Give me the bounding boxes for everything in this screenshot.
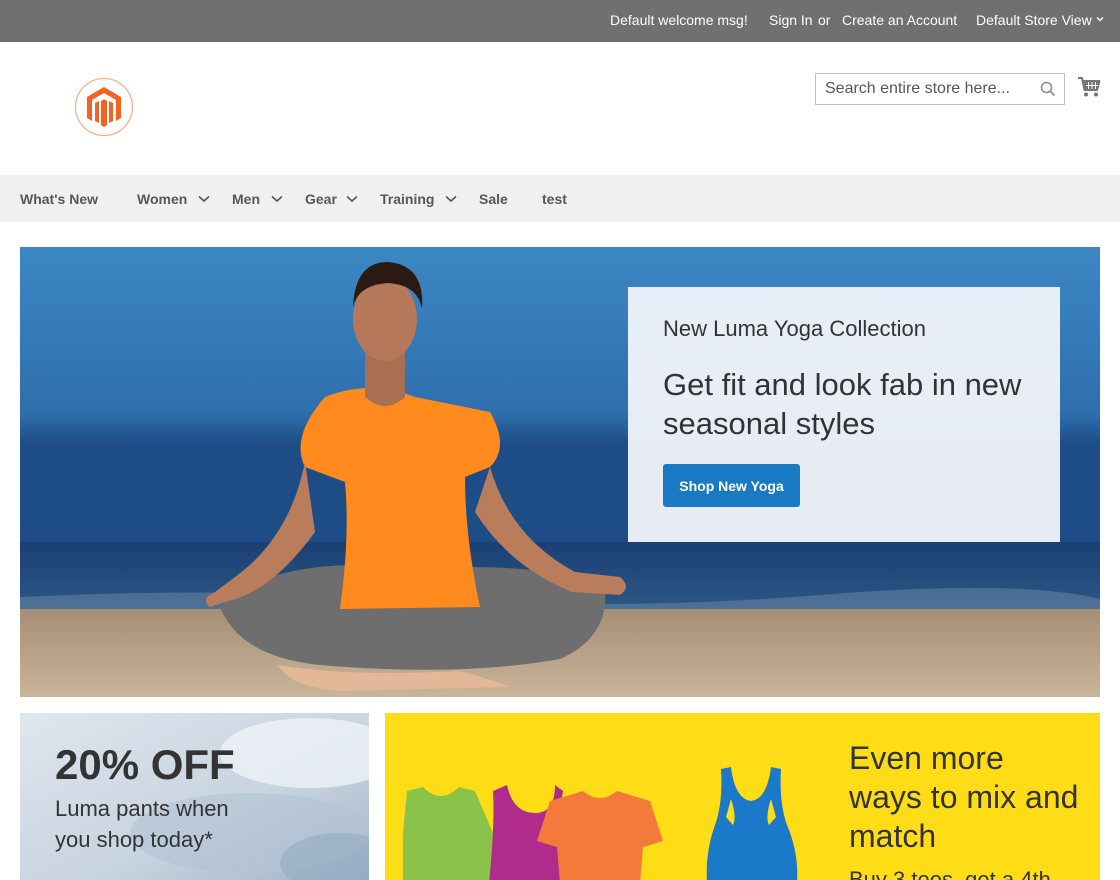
nav-item-gear[interactable]: Gear: [305, 191, 358, 207]
hero-title: Get fit and look fab in new seasonal sty…: [663, 367, 1022, 441]
nav-item-label: Sale: [479, 191, 508, 207]
chevron-down-icon[interactable]: [1096, 15, 1104, 23]
nav-item-label: Women: [137, 191, 188, 207]
search-icon[interactable]: [1040, 81, 1056, 97]
chevron-down-icon: [346, 195, 358, 203]
nav-item-label: What's New: [20, 191, 99, 207]
nav-item-training[interactable]: Training: [380, 191, 457, 207]
cart-icon[interactable]: [1077, 76, 1101, 98]
chevron-down-icon: [198, 195, 210, 203]
promo-pants-banner[interactable]: 20% OFF Luma pants when you shop today*: [20, 713, 369, 880]
hero-banner[interactable]: New Luma Yoga Collection Get fit and loo…: [20, 247, 1100, 697]
search-box: [815, 73, 1065, 105]
main-navigation: What's New Women Men Gear Training Sale …: [0, 175, 1120, 222]
search-input[interactable]: [816, 74, 1036, 104]
nav-item-label: Training: [380, 191, 435, 207]
nav-item-women[interactable]: Women: [137, 191, 210, 207]
promo-mix-match-title: Even more ways to mix and match: [849, 740, 1079, 854]
chevron-down-icon: [445, 195, 457, 203]
hero-subtitle: New Luma Yoga Collection: [663, 316, 926, 341]
nav-item-test[interactable]: test: [542, 191, 567, 207]
or-separator: or: [818, 12, 831, 28]
nav-item-label: test: [542, 191, 567, 207]
hero-content-panel: New Luma Yoga Collection Get fit and loo…: [628, 287, 1060, 542]
promo-mix-match-text: Buy 3 tees, get a 4th: [849, 867, 1051, 880]
promo-mix-match-banner[interactable]: Even more ways to mix and match Buy 3 te…: [385, 713, 1100, 880]
magento-logo[interactable]: [74, 77, 134, 137]
promo-pants-text: Luma pants when you shop today*: [55, 796, 229, 852]
promo-pants-title: 20% OFF: [55, 741, 235, 788]
welcome-message: Default welcome msg!: [610, 12, 748, 28]
shop-new-yoga-button[interactable]: Shop New Yoga: [663, 464, 800, 507]
create-account-link[interactable]: Create an Account: [842, 12, 957, 28]
chevron-down-icon: [271, 195, 283, 203]
nav-item-men[interactable]: Men: [232, 191, 283, 207]
top-bar: Default welcome msg! Sign In or Create a…: [0, 0, 1120, 42]
nav-item-whats-new[interactable]: What's New: [20, 191, 98, 207]
nav-item-label: Men: [232, 191, 260, 207]
sign-in-link[interactable]: Sign In: [769, 12, 813, 28]
nav-item-sale[interactable]: Sale: [479, 191, 508, 207]
store-view-switcher[interactable]: Default Store View: [976, 12, 1092, 28]
nav-item-label: Gear: [305, 191, 337, 207]
